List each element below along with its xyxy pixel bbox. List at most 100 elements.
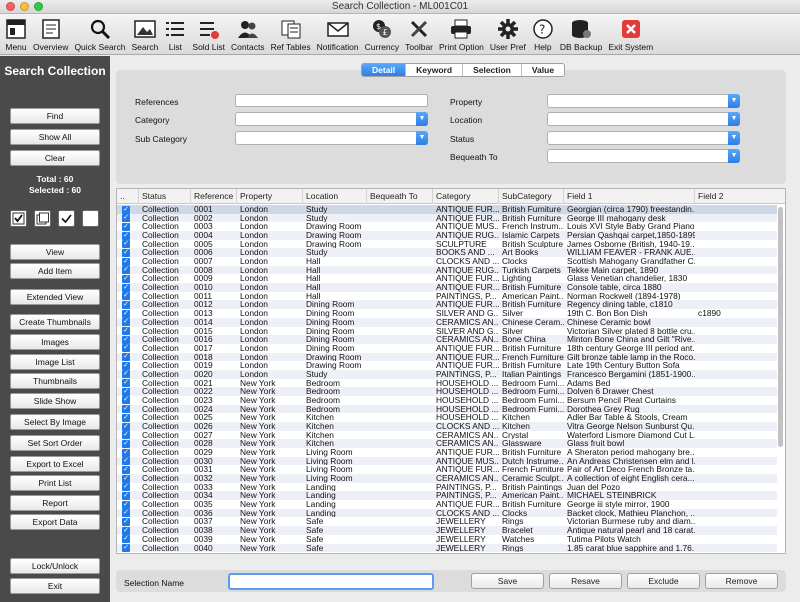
table-row[interactable]: ✓ Collection 0025 New York Kitchen HOUSEHOLD …	[117, 413, 777, 422]
toolbar-toolbar-button[interactable]: Toolbar	[402, 14, 436, 55]
toolbar-search-button[interactable]: Search	[128, 14, 161, 55]
row-checkbox[interactable]: ✓	[122, 509, 130, 518]
toolbar-user-pref-button[interactable]: User Pref	[487, 14, 529, 55]
table-row[interactable]: ✓ Collection 0013 London Dining Room SILVER A…	[117, 309, 777, 318]
status-select[interactable]: ▼	[547, 131, 740, 145]
table-row[interactable]: ✓ Collection 0001 London Study ANTIQUE FUR...…	[117, 205, 777, 214]
row-checkbox[interactable]: ✓	[122, 517, 130, 526]
column-header[interactable]: SubCategory	[499, 189, 564, 204]
tab-value[interactable]: Value	[522, 64, 564, 76]
row-checkbox[interactable]: ✓	[122, 274, 130, 283]
row-checkbox[interactable]: ✓	[122, 205, 130, 214]
column-header[interactable]: Category	[433, 189, 499, 204]
tab-selection[interactable]: Selection	[463, 64, 522, 76]
table-row[interactable]: ✓ Collection 0037 New York Safe JEWELLERY Ring…	[117, 517, 777, 526]
table-row[interactable]: ✓ Collection 0012 London Dining Room ANTIQUE …	[117, 300, 777, 310]
row-checkbox[interactable]: ✓	[122, 439, 130, 448]
column-header[interactable]: Bequeath To	[367, 189, 433, 204]
table-row[interactable]: ✓ Collection 0014 London Dining Room CERAMICS…	[117, 317, 777, 327]
row-checkbox[interactable]: ✓	[122, 344, 130, 353]
row-checkbox[interactable]: ✓	[122, 257, 130, 266]
row-checkbox[interactable]: ✓	[122, 318, 130, 327]
lock-unlock-button[interactable]: Lock/Unlock	[10, 558, 100, 574]
table-row[interactable]: ✓ Collection 0028 New York Kitchen CERAMICS A…	[117, 439, 777, 449]
exclude-button[interactable]: Exclude	[627, 573, 700, 589]
toolbar-print-option-button[interactable]: Print Option	[436, 14, 487, 55]
toolbar-ref-tables-button[interactable]: Ref Tables	[268, 14, 314, 55]
toolbar-currency-button[interactable]: $ £ Currency	[362, 14, 402, 55]
row-checkbox[interactable]: ✓	[122, 283, 130, 292]
table-row[interactable]: ✓ Collection 0033 New York Landing PAINTINGS,…	[117, 483, 777, 492]
sub-category-select[interactable]: ▼	[235, 131, 428, 145]
column-header[interactable]: Field 2	[695, 189, 785, 204]
remove-button[interactable]: Remove	[705, 573, 778, 589]
table-row[interactable]: ✓ Collection 0019 London Drawing Room ANTIQUE…	[117, 361, 777, 370]
save-button[interactable]: Save	[471, 573, 544, 589]
row-checkbox[interactable]: ✓	[122, 448, 130, 457]
show-all-button[interactable]: Show All	[10, 129, 100, 145]
exit-button[interactable]: Exit	[10, 578, 100, 594]
row-checkbox[interactable]: ✓	[122, 387, 130, 396]
row-checkbox[interactable]: ✓	[122, 491, 130, 500]
table-row[interactable]: ✓ Collection 0036 New York Landing CLOCKS AND…	[117, 508, 777, 518]
row-checkbox[interactable]: ✓	[122, 292, 130, 301]
column-header[interactable]: ..	[117, 189, 139, 204]
row-checkbox[interactable]: ✓	[122, 483, 130, 492]
table-row[interactable]: ✓ Collection 0020 London Study PAINTINGS, P..…	[117, 369, 777, 379]
toolbar-quick-search-button[interactable]: Quick Search	[71, 14, 128, 55]
check-icon[interactable]	[58, 210, 75, 227]
select-by-image-button[interactable]: Select By Image	[10, 414, 100, 430]
table-row[interactable]: ✓ Collection 0015 London Dining Room SILVER A…	[117, 327, 777, 336]
row-checkbox[interactable]: ✓	[122, 544, 130, 553]
table-row[interactable]: ✓ Collection 0016 London Dining Room CERAMICS…	[117, 335, 777, 344]
row-checkbox[interactable]: ✓	[122, 396, 130, 405]
column-header[interactable]: Property	[237, 189, 303, 204]
table-row[interactable]: ✓ Collection 0038 New York Safe JEWELLERY Brac…	[117, 526, 777, 535]
column-header[interactable]: Field 1	[564, 189, 695, 204]
image-list-button[interactable]: Image List	[10, 354, 100, 370]
row-checkbox[interactable]: ✓	[122, 422, 130, 431]
add-item-button[interactable]: Add Item	[10, 263, 100, 279]
row-checkbox[interactable]: ✓	[122, 266, 130, 275]
table-row[interactable]: ✓ Collection 0034 New York Landing PAINTINGS,…	[117, 491, 777, 501]
table-row[interactable]: ✓ Collection 0031 New York Living Room ANTIQU…	[117, 465, 777, 474]
toolbar-list-button[interactable]: List	[161, 14, 189, 55]
table-row[interactable]: ✓ Collection 0027 New York Kitchen CERAMICS A…	[117, 431, 777, 440]
table-row[interactable]: ✓ Collection 0002 London Study ANTIQUE FUR...…	[117, 213, 777, 223]
references-input[interactable]	[235, 94, 428, 107]
table-row[interactable]: ✓ Collection 0030 New York Living Room ANTIQU…	[117, 456, 777, 466]
category-select[interactable]: ▼	[235, 112, 428, 126]
toolbar-sold-list-button[interactable]: Sold List	[189, 14, 228, 55]
copy-selection-icon[interactable]	[34, 210, 51, 227]
property-select[interactable]: ▼	[547, 94, 740, 108]
table-row[interactable]: ✓ Collection 0022 New York Bedroom HOUSEHOLD …	[117, 387, 777, 396]
table-row[interactable]: ✓ Collection 0007 London Hall CLOCKS AND ... C…	[117, 257, 777, 266]
toolbar-db-backup-button[interactable]: DB Backup	[557, 14, 606, 55]
table-row[interactable]: ✓ Collection 0004 London Drawing Room ANTIQUE…	[117, 231, 777, 240]
scrollbar-thumb[interactable]	[778, 207, 783, 447]
table-row[interactable]: ✓ Collection 0026 New York Kitchen CLOCKS AND…	[117, 422, 777, 431]
bequeath-to-select[interactable]: ▼	[547, 149, 740, 163]
row-checkbox[interactable]: ✓	[122, 535, 130, 544]
toolbar-contacts-button[interactable]: Contacts	[228, 14, 268, 55]
table-row[interactable]: ✓ Collection 0039 New York Safe JEWELLERY Watc…	[117, 535, 777, 544]
row-checkbox[interactable]: ✓	[122, 327, 130, 336]
row-checkbox[interactable]: ✓	[122, 214, 130, 223]
slide-show-button[interactable]: Slide Show	[10, 393, 100, 409]
report-button[interactable]: Report	[10, 495, 100, 511]
row-checkbox[interactable]: ✓	[122, 431, 130, 440]
clear-button[interactable]: Clear	[10, 150, 100, 166]
table-row[interactable]: ✓ Collection 0018 London Drawing Room ANTIQUE…	[117, 352, 777, 362]
toolbar-notification-button[interactable]: Notification	[314, 14, 362, 55]
row-checkbox[interactable]: ✓	[122, 335, 130, 344]
row-checkbox[interactable]: ✓	[122, 300, 130, 309]
table-row[interactable]: ✓ Collection 0011 London Hall PAINTINGS, P...…	[117, 292, 777, 301]
table-row[interactable]: ✓ Collection 0003 London Drawing Room ANTIQUE…	[117, 222, 777, 231]
table-row[interactable]: ✓ Collection 0040 New York Safe JEWELLERY Ring…	[117, 543, 777, 553]
row-checkbox[interactable]: ✓	[122, 222, 130, 231]
row-checkbox[interactable]: ✓	[122, 240, 130, 249]
row-checkbox[interactable]: ✓	[122, 248, 130, 257]
table-row[interactable]: ✓ Collection 0010 London Hall ANTIQUE FUR... B…	[117, 283, 777, 292]
row-checkbox[interactable]: ✓	[122, 457, 130, 466]
selection-name-input[interactable]	[228, 573, 434, 590]
